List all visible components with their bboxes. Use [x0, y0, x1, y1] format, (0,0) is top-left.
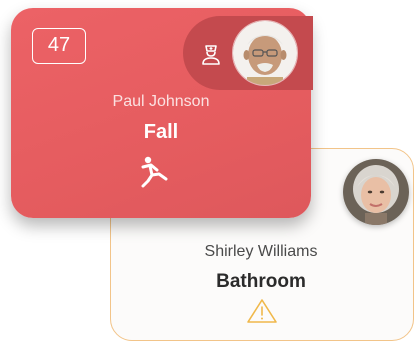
alert-card-fall[interactable]: 47 Paul Johnson Fall [11, 8, 313, 218]
room-number-badge: 47 [32, 28, 86, 64]
alert-type: Fall [143, 121, 179, 143]
resident-name: Paul Johnson [112, 93, 210, 110]
alert-type: Bathroom [216, 271, 306, 292]
resident-avatar-paul [232, 20, 298, 86]
warning-triangle-icon [247, 299, 277, 323]
nurse-icon [202, 45, 220, 65]
alert-stack: Shirley Williams Bathroom 47 Paul Johnso… [0, 0, 414, 341]
resident-name: Shirley Williams [204, 243, 318, 260]
fall-person-icon [141, 156, 168, 188]
resident-avatar-shirley [343, 159, 409, 225]
